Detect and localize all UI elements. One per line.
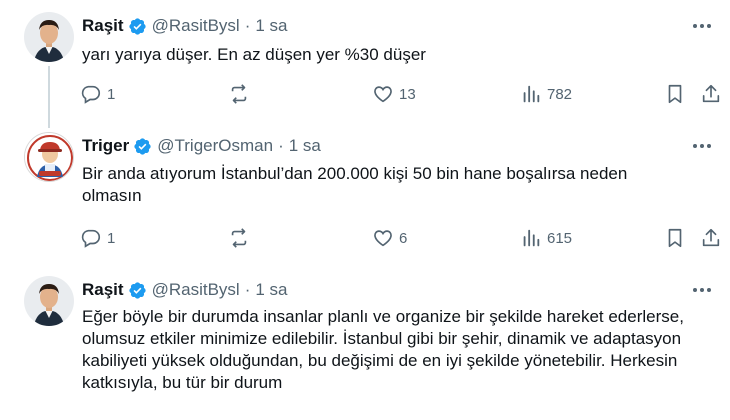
avatar-rasit[interactable]: [24, 276, 74, 326]
separator-dot: ·: [244, 280, 251, 299]
timestamp[interactable]: 1 sa: [289, 136, 321, 156]
separator-dot: ·: [244, 16, 251, 35]
more-dots-icon[interactable]: [690, 16, 714, 36]
views-chart-icon: [523, 229, 540, 247]
share-button[interactable]: [700, 81, 722, 107]
tweet-text: Eğer böyle bir durumda insanlar planlı v…: [82, 307, 684, 392]
like-button[interactable]: 6: [372, 225, 407, 251]
retweet-button[interactable]: [228, 225, 255, 251]
reply-count: 1: [107, 85, 116, 103]
tweet-2[interactable]: Triger @TrigerOsman · 1 sa Bir anda atıy…: [0, 128, 730, 263]
tweet-header: Raşit @RasitBysl · 1 sa: [82, 280, 288, 300]
timestamp[interactable]: 1 sa: [255, 280, 287, 300]
action-bar: 1 13 782: [80, 81, 720, 107]
verified-badge-icon: [128, 281, 146, 299]
verified-badge-icon: [128, 17, 146, 35]
share-icon: [702, 228, 720, 247]
reply-button[interactable]: 1: [80, 81, 115, 107]
share-icon: [702, 84, 720, 103]
display-name[interactable]: Triger: [82, 136, 129, 156]
views-count: 782: [547, 85, 573, 103]
reply-button[interactable]: 1: [80, 225, 115, 251]
tweet-header: Raşit @RasitBysl · 1 sa: [82, 16, 288, 36]
bookmark-button[interactable]: [664, 81, 686, 107]
separator-dot: ·: [278, 136, 284, 155]
like-count: 13: [399, 85, 416, 103]
more-dots-icon[interactable]: [690, 136, 714, 156]
retweet-button[interactable]: [228, 81, 255, 107]
tweet-3[interactable]: Raşit @RasitBysl · 1 sa Eğer böyle bir d…: [0, 270, 730, 420]
display-name[interactable]: Raşit: [82, 16, 124, 36]
user-handle[interactable]: @RasitBysl: [152, 280, 240, 300]
share-button[interactable]: [700, 225, 722, 251]
reply-icon: [81, 85, 101, 104]
reply-icon: [81, 229, 101, 248]
like-button[interactable]: 13: [372, 81, 416, 107]
thread-line: [48, 66, 50, 128]
views-count: 615: [547, 229, 573, 247]
tweet-text: yarı yarıya düşer. En az düşen yer %30 d…: [82, 45, 426, 64]
like-count: 6: [399, 229, 408, 247]
tweet-header: Triger @TrigerOsman · 1 sa: [82, 136, 321, 156]
retweet-icon: [231, 84, 247, 104]
display-name[interactable]: Raşit: [82, 280, 124, 300]
timestamp[interactable]: 1 sa: [255, 16, 287, 36]
avatar-triger[interactable]: [24, 132, 74, 182]
user-handle[interactable]: @TrigerOsman: [157, 136, 273, 156]
heart-icon: [374, 86, 392, 103]
bookmark-icon: [668, 84, 682, 104]
reply-count: 1: [107, 229, 116, 247]
views-button[interactable]: 615: [520, 225, 572, 251]
more-dots-icon[interactable]: [690, 280, 714, 300]
avatar-rasit[interactable]: [24, 12, 74, 62]
heart-icon: [374, 230, 392, 247]
views-button[interactable]: 782: [520, 81, 572, 107]
user-handle[interactable]: @RasitBysl: [152, 16, 240, 36]
views-chart-icon: [523, 85, 540, 103]
bookmark-icon: [668, 228, 682, 248]
tweet-1[interactable]: Raşit @RasitBysl · 1 sa yarı yarıya düşe…: [0, 0, 730, 128]
bookmark-button[interactable]: [664, 225, 686, 251]
retweet-icon: [231, 228, 247, 248]
tweet-text: Bir anda atıyorum İstanbul’dan 200.000 k…: [82, 164, 628, 205]
action-bar: 1 6 615: [80, 225, 720, 251]
verified-badge-icon: [134, 137, 151, 155]
